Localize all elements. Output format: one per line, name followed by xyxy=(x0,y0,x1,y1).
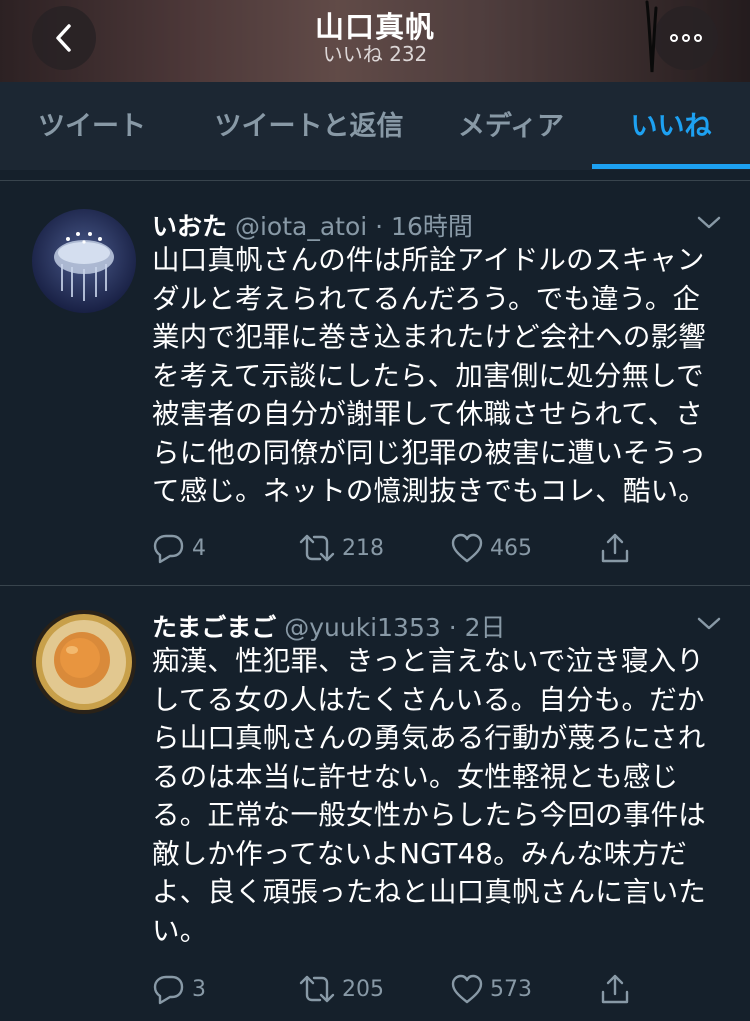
jellyfish-avatar-image xyxy=(32,209,136,313)
more-dots-icon xyxy=(670,34,678,42)
tweet-header: たまごまご @yuuki1353 · 2日 xyxy=(152,608,506,644)
tab-tweets-and-replies[interactable]: ツイートと返信 xyxy=(196,82,422,170)
heart-icon xyxy=(451,533,483,563)
share-icon xyxy=(601,533,629,563)
tweet-header: いおた @iota_atoi · 16時間 xyxy=(152,207,473,243)
handle-and-time: @yuuki1353 · 2日 xyxy=(284,613,506,642)
retweet-button[interactable]: 205 xyxy=(298,969,384,1009)
pen-scribble-mark xyxy=(645,0,658,73)
share-button[interactable] xyxy=(598,969,638,1009)
chevron-down-icon[interactable] xyxy=(696,616,722,632)
tweet-actions: 3 205 573 xyxy=(0,969,750,1009)
more-dot xyxy=(694,34,702,42)
like-count: 465 xyxy=(490,535,532,561)
handle-and-time: @iota_atoi · 16時間 xyxy=(234,212,473,241)
display-name[interactable]: いおた xyxy=(152,212,227,241)
reply-button[interactable]: 4 xyxy=(152,528,206,568)
reply-icon xyxy=(153,975,184,1005)
like-count: 573 xyxy=(490,976,532,1002)
tweet[interactable]: いおた @iota_atoi · 16時間 山口真帆さんの件は所詮アイドルのスキ… xyxy=(0,181,750,585)
active-tab-indicator xyxy=(592,164,750,169)
reply-icon xyxy=(153,534,184,564)
profile-header: 山口真帆 いいね 232 xyxy=(0,0,750,82)
more-dot xyxy=(682,34,690,42)
tab-tweets[interactable]: ツイート xyxy=(22,82,162,170)
tweet[interactable]: たまごまご @yuuki1353 · 2日 痴漢、性犯罪、きっと言えないで泣き寝… xyxy=(0,586,750,1021)
chevron-down-icon[interactable] xyxy=(696,215,722,231)
like-button[interactable]: 465 xyxy=(450,528,532,568)
display-name[interactable]: たまごまご xyxy=(152,613,276,642)
retweet-icon xyxy=(299,534,335,562)
reply-count: 4 xyxy=(192,535,206,561)
retweet-count: 205 xyxy=(342,976,384,1002)
share-icon xyxy=(601,974,629,1004)
avatar[interactable] xyxy=(32,209,136,313)
tab-likes[interactable]: いいね xyxy=(606,82,736,170)
retweet-count: 218 xyxy=(342,535,384,561)
share-button[interactable] xyxy=(598,528,638,568)
tweet-text: 痴漢、性犯罪、きっと言えないで泣き寝入りしてる女の人はたくさんいる。自分も。だか… xyxy=(152,645,706,947)
profile-tabs: ツイート ツイートと返信 メディア いいね xyxy=(0,82,750,170)
heart-icon xyxy=(451,974,483,1004)
likes-count-subtitle: いいね 232 xyxy=(322,42,428,66)
tab-media[interactable]: メディア xyxy=(440,82,582,170)
like-button[interactable]: 573 xyxy=(450,969,532,1009)
reply-count: 3 xyxy=(192,976,206,1002)
avatar[interactable] xyxy=(32,610,136,714)
tweet-actions: 4 218 465 xyxy=(0,528,750,568)
egg-avatar-image xyxy=(32,610,136,714)
retweet-button[interactable]: 218 xyxy=(298,528,384,568)
reply-button[interactable]: 3 xyxy=(152,969,206,1009)
tweet-text: 山口真帆さんの件は所詮アイドルのスキャンダルと考えられてるんだろう。でも違う。企… xyxy=(152,244,706,507)
retweet-icon xyxy=(299,975,335,1003)
